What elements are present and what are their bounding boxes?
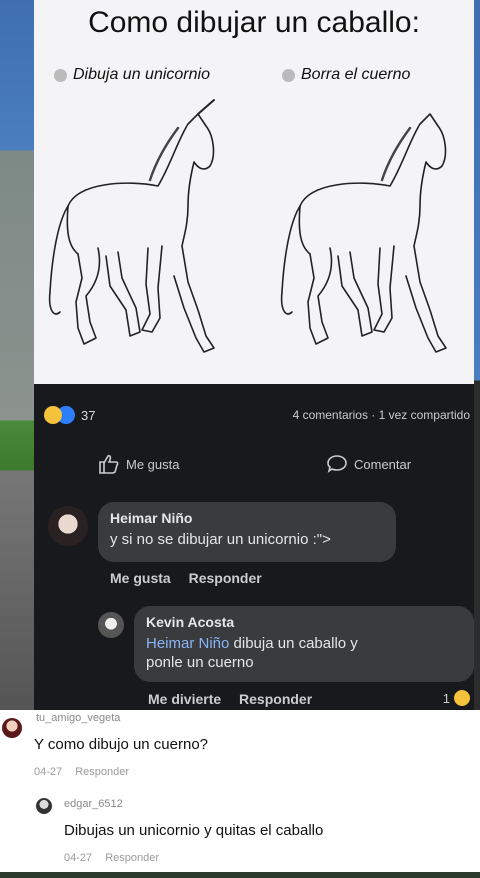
reply-reactions[interactable]: 1 bbox=[443, 690, 470, 706]
haha-reaction-icon bbox=[454, 690, 470, 706]
comment-actions: Me gusta Responder bbox=[110, 570, 276, 586]
reply-respond-link[interactable]: Responder bbox=[75, 766, 129, 778]
comment-like-link[interactable]: Me gusta bbox=[110, 570, 171, 586]
post-reactions[interactable]: 37 bbox=[44, 406, 95, 424]
meme-step-2-label: Borra el cuerno bbox=[301, 66, 411, 83]
comment-reply-link[interactable]: Responder bbox=[189, 570, 262, 586]
reply-text: Dibujas un unicornio y quitas el caballo bbox=[64, 822, 324, 839]
comment-text: y si no se dibujar un unicornio :"> bbox=[110, 531, 331, 548]
comment-author[interactable]: Heimar Niño bbox=[110, 510, 384, 526]
like-button[interactable]: Me gusta bbox=[98, 454, 179, 474]
facebook-post: 37 4 comentarios · 1 vez compartido Me g… bbox=[34, 384, 474, 710]
comment-button[interactable]: Comentar bbox=[326, 454, 411, 474]
reply-bubble: Kevin Acosta Heimar Niño dibuja un cabal… bbox=[134, 606, 474, 682]
reply-meta: 04-27 Responder bbox=[34, 766, 139, 778]
reply-actions: Me divierte Responder bbox=[148, 691, 326, 707]
comment-button-label: Comentar bbox=[354, 456, 412, 472]
reply-meta: 04-27 Responder bbox=[64, 852, 169, 864]
bottom-strip bbox=[0, 872, 480, 878]
meme-step-2: Borra el cuerno bbox=[282, 66, 410, 84]
post-stats[interactable]: 4 comentarios · 1 vez compartido bbox=[293, 408, 470, 422]
meme-title: Como dibujar un caballo: bbox=[88, 6, 420, 39]
reply-username[interactable]: edgar_6512 bbox=[64, 798, 123, 810]
avatar[interactable] bbox=[98, 612, 124, 638]
reply-author[interactable]: Kevin Acosta bbox=[146, 614, 462, 630]
comment-section: tu_amigo_vegeta Y como dibujo un cuerno?… bbox=[0, 710, 480, 872]
reply-date: 04-27 bbox=[64, 852, 93, 864]
reply-respond-link[interactable]: Responder bbox=[105, 852, 159, 864]
background-scenery-left bbox=[0, 0, 36, 710]
comment-bubble-icon bbox=[327, 455, 347, 473]
step-1-bullet-icon bbox=[54, 68, 67, 82]
thumbs-up-icon bbox=[99, 454, 119, 474]
horse-drawing-icon bbox=[280, 113, 447, 353]
avatar[interactable] bbox=[36, 798, 52, 814]
step-2-bullet-icon bbox=[282, 68, 295, 82]
reply-text-line-2: ponle un cuerno bbox=[146, 654, 254, 671]
haha-reaction-icon bbox=[44, 406, 62, 424]
meme-step-1: Dibuja un unicornio bbox=[54, 66, 210, 84]
avatar[interactable] bbox=[48, 506, 88, 546]
reaction-count: 37 bbox=[81, 407, 96, 423]
reply-text-line-1: Heimar Niño dibuja un caballo y bbox=[146, 635, 462, 652]
unicorn-drawing-icon bbox=[48, 99, 215, 353]
background-scenery-right bbox=[474, 0, 480, 710]
reply-text: Y como dibujo un cuerno? bbox=[34, 736, 209, 753]
reply-date: 04-27 bbox=[34, 766, 63, 778]
like-button-label: Me gusta bbox=[126, 456, 180, 472]
meme-step-1-label: Dibuja un unicornio bbox=[73, 66, 210, 83]
meme-image: Como dibujar un caballo: Dibuja un unico… bbox=[34, 0, 474, 384]
reply-reaction-count: 1 bbox=[442, 690, 450, 706]
avatar[interactable] bbox=[2, 718, 22, 738]
comment-bubble: Heimar Niño y si no se dibujar un unicor… bbox=[98, 502, 396, 562]
mention-link[interactable]: Heimar Niño bbox=[146, 635, 229, 652]
reply-react-link[interactable]: Me divierte bbox=[148, 691, 221, 707]
reply-text-body: dibuja un caballo y bbox=[229, 635, 358, 652]
reply-username[interactable]: tu_amigo_vegeta bbox=[36, 712, 120, 724]
reply-reply-link[interactable]: Responder bbox=[239, 691, 312, 707]
screenshot-root: Como dibujar un caballo: Dibuja un unico… bbox=[0, 0, 480, 878]
